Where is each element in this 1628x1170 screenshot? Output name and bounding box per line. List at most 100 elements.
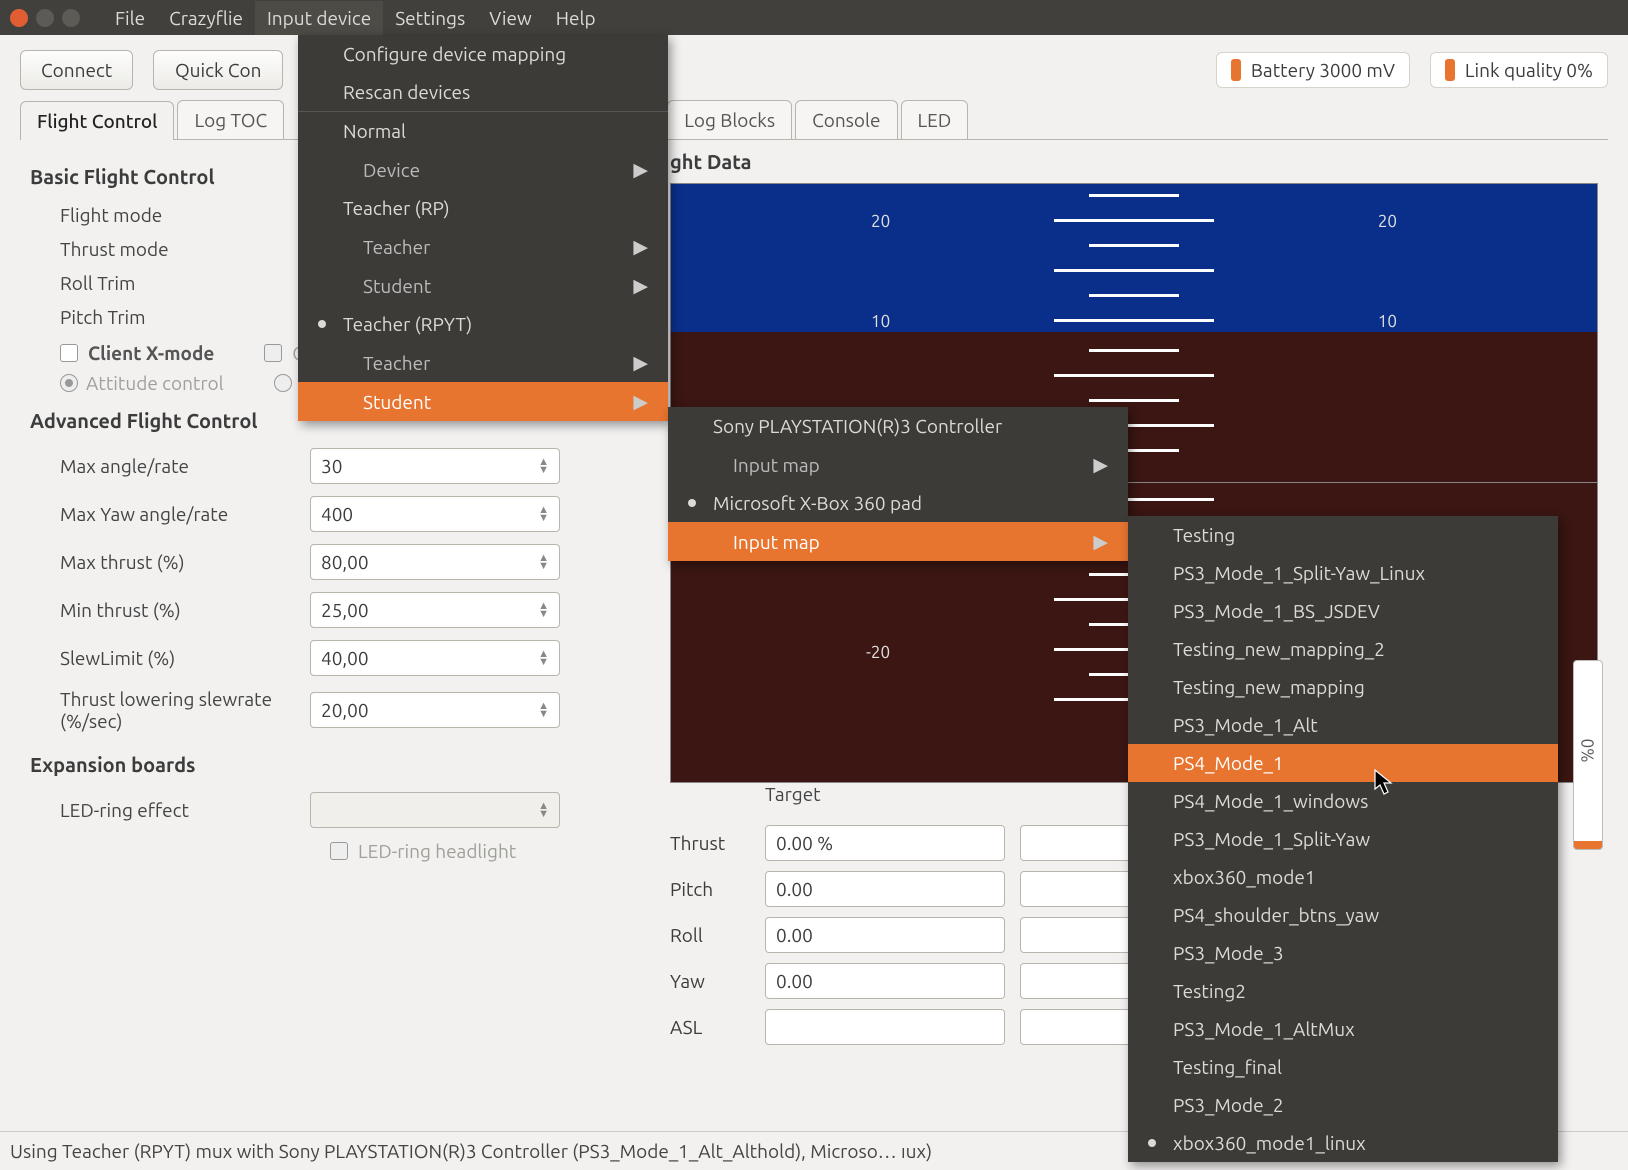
scale-mark: 20 [1378, 212, 1397, 231]
field-label: Max thrust (%) [30, 551, 310, 573]
readout-label: Roll [670, 924, 750, 946]
menu-item[interactable]: Teacher▶ [298, 227, 668, 266]
link-icon [1445, 59, 1455, 81]
menu-item[interactable]: PS3_Mode_1_BS_JSDEV [1128, 592, 1558, 630]
menubar: FileCrazyflieInput deviceSettingsViewHel… [103, 1, 608, 35]
menu-item[interactable]: PS3_Mode_1_Split-Yaw [1128, 820, 1558, 858]
crazyflie-xmode-checkbox [264, 344, 282, 362]
quick-connect-button[interactable]: Quick Con [153, 50, 283, 90]
readout-actual [1020, 1009, 1140, 1045]
attitude-radio [60, 374, 78, 392]
spin-input[interactable]: 40,00▲▼ [310, 640, 560, 676]
field-label: Flight mode [30, 204, 310, 226]
field-label: Roll Trim [30, 272, 310, 294]
readout-actual [1020, 871, 1140, 907]
menu-item[interactable]: Input map▶ [668, 445, 1128, 484]
tab-led[interactable]: LED [901, 100, 969, 139]
readout-target: 0.00 % [765, 825, 1005, 861]
menu-file[interactable]: File [103, 1, 157, 35]
flight-data-heading: ght Data [670, 150, 1598, 173]
rate-radio [274, 374, 292, 392]
client-xmode-label: Client X-mode [88, 342, 214, 364]
menu-item[interactable]: Configure device mapping [298, 35, 668, 73]
menu-item[interactable]: PS4_Mode_1_windows [1128, 782, 1558, 820]
spin-input[interactable]: 400▲▼ [310, 496, 560, 532]
menu-item[interactable]: PS4_Mode_1 [1128, 744, 1558, 782]
menu-item[interactable]: Teacher (RPYT) [298, 305, 668, 343]
bullet-icon [688, 499, 696, 507]
menu-item[interactable]: Teacher▶ [298, 343, 668, 382]
menu-crazyflie[interactable]: Crazyflie [157, 1, 255, 35]
field-label: Thrust mode [30, 238, 310, 260]
menu-item[interactable]: xbox360_mode1_linux [1128, 1124, 1558, 1162]
bullet-icon [1148, 1139, 1156, 1147]
field-label: SlewLimit (%) [30, 647, 310, 669]
tab-flight-control[interactable]: Flight Control [20, 101, 174, 140]
readout-actual [1020, 917, 1140, 953]
spin-input[interactable]: 25,00▲▼ [310, 592, 560, 628]
menu-item[interactable]: Normal [298, 111, 668, 150]
menu-item[interactable]: Testing_new_mapping_2 [1128, 630, 1558, 668]
connect-button[interactable]: Connect [20, 50, 133, 90]
spin-input[interactable]: 80,00▲▼ [310, 544, 560, 580]
motor-pct: %0 [1578, 739, 1597, 763]
readout-label: Yaw [670, 970, 750, 992]
tab-log-blocks[interactable]: Log Blocks [667, 100, 792, 139]
menu-item[interactable]: PS3_Mode_3 [1128, 934, 1558, 972]
field-label: Max angle/rate [30, 455, 310, 477]
chevron-right-icon: ▶ [1093, 530, 1108, 553]
menu-item[interactable]: PS3_Mode_1_Alt [1128, 706, 1558, 744]
tab-log-toc[interactable]: Log TOC [177, 100, 284, 139]
minimize-icon[interactable] [36, 9, 54, 27]
menu-item[interactable]: PS3_Mode_1_AltMux [1128, 1010, 1558, 1048]
readout-target [765, 1009, 1005, 1045]
attitude-label: Attitude control [86, 372, 224, 394]
client-xmode-checkbox[interactable] [60, 344, 78, 362]
readout-label: ASL [670, 1016, 750, 1038]
menu-view[interactable]: View [477, 1, 544, 35]
menu-input-device[interactable]: Input device [255, 1, 383, 35]
chevron-right-icon: ▶ [633, 274, 648, 297]
readout-label: Pitch [670, 878, 750, 900]
toolbar: Connect Quick Con Battery 3000 mV Link q… [0, 35, 1628, 100]
chevron-right-icon: ▶ [633, 235, 648, 258]
student-submenu[interactable]: Sony PLAYSTATION(R)3 ControllerInput map… [668, 407, 1128, 561]
menu-item[interactable]: Student▶ [298, 382, 668, 421]
led-effect-select[interactable]: ▲▼ [310, 792, 560, 828]
menu-item[interactable]: Student▶ [298, 266, 668, 305]
close-icon[interactable] [10, 9, 28, 27]
spin-input[interactable]: 20,00▲▼ [310, 692, 560, 728]
menu-settings[interactable]: Settings [383, 1, 477, 35]
menu-item[interactable]: PS3_Mode_1_Split-Yaw_Linux [1128, 554, 1558, 592]
led-headlight-checkbox [330, 842, 348, 860]
readout-target: 0.00 [765, 963, 1005, 999]
menu-item[interactable]: Device▶ [298, 150, 668, 189]
bullet-icon [318, 320, 326, 328]
readout-label: Thrust [670, 832, 750, 854]
menu-item[interactable]: Input map▶ [668, 522, 1128, 561]
menu-item[interactable]: Teacher (RP) [298, 189, 668, 227]
input-device-menu[interactable]: Configure device mappingRescan devicesNo… [298, 35, 668, 421]
menu-help[interactable]: Help [544, 1, 608, 35]
menu-item[interactable]: PS4_shoulder_btns_yaw [1128, 896, 1558, 934]
menu-item[interactable]: Rescan devices [298, 73, 668, 111]
menu-item[interactable]: Sony PLAYSTATION(R)3 Controller [668, 407, 1128, 445]
chevron-right-icon: ▶ [633, 351, 648, 374]
field-label: Thrust lowering slewrate (%/sec) [30, 688, 310, 732]
input-map-submenu[interactable]: TestingPS3_Mode_1_Split-Yaw_LinuxPS3_Mod… [1128, 516, 1558, 1162]
menu-item[interactable]: Testing2 [1128, 972, 1558, 1010]
tab-console[interactable]: Console [795, 100, 897, 139]
link-text: Link quality 0% [1465, 59, 1593, 81]
menu-item[interactable]: Microsoft X-Box 360 pad [668, 484, 1128, 522]
menu-item[interactable]: PS3_Mode_2 [1128, 1086, 1558, 1124]
tabs: Flight ControlLog TOC Log BlocksConsoleLE… [0, 100, 1628, 139]
spin-input[interactable]: 30▲▼ [310, 448, 560, 484]
menu-item[interactable]: Testing_final [1128, 1048, 1558, 1086]
menu-item[interactable]: Testing [1128, 516, 1558, 554]
chevron-right-icon: ▶ [633, 158, 648, 181]
menu-item[interactable]: Testing_new_mapping [1128, 668, 1558, 706]
maximize-icon[interactable] [62, 9, 80, 27]
menu-item[interactable]: xbox360_mode1 [1128, 858, 1558, 896]
field-label: Max Yaw angle/rate [30, 503, 310, 525]
battery-text: Battery 3000 mV [1251, 59, 1395, 81]
